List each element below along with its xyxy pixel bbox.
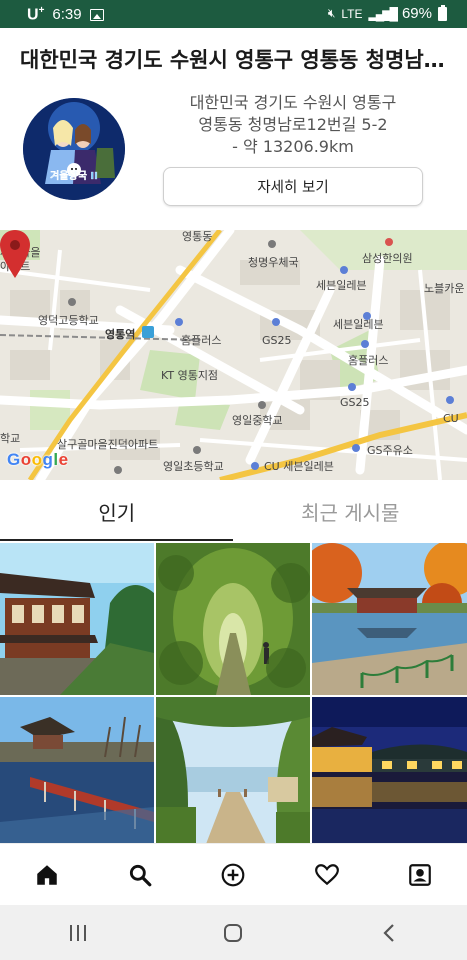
map-label: 영일초등학교 (163, 460, 224, 473)
map-label: 홈플러스 (348, 354, 389, 367)
image-notification-icon (89, 8, 104, 21)
map-label: CU (443, 412, 459, 425)
address-line-1: 대한민국 경기도 수원시 영통구 (189, 93, 397, 112)
night-palace-photo-icon (312, 697, 467, 844)
photo-item[interactable] (156, 697, 310, 844)
address-line-2: 영통동 청명남로12번길 5-2 (198, 115, 388, 134)
home-circle-icon (224, 923, 243, 942)
signal-icon: ▂▄▆█ (368, 6, 399, 21)
system-navigation (0, 905, 467, 960)
frozen-2-poster-avatar-icon: 겨울왕국 II (23, 98, 125, 200)
address-block: 대한민국 경기도 수원시 영통구 영통동 청명남로12번길 5-2 - 약 13… (163, 92, 423, 158)
map-label: GS주유소 (367, 444, 413, 457)
nav-search-button[interactable] (110, 850, 170, 900)
back-button[interactable] (349, 910, 429, 955)
gyeonghoeru-autumn-photo-icon (312, 543, 467, 695)
photo-item[interactable] (312, 697, 467, 844)
map-label: 살구골마을진덕아파트 (57, 438, 159, 451)
map-pin-icon[interactable] (0, 230, 30, 278)
add-icon (222, 863, 245, 886)
hanok-pavilion-photo-icon (0, 543, 154, 695)
lte-icon: LTE (341, 6, 363, 21)
page-title: 대한민국 경기도 수원시 영통구 영통동 청명남로12번길 5-2 (20, 48, 450, 72)
back-icon (383, 923, 394, 942)
map-label: 세븐일레븐 (333, 318, 384, 331)
bottom-navigation (0, 843, 467, 905)
map-label: 청명우체국 (248, 256, 299, 269)
map-label: 영덕고등학교 (38, 314, 99, 327)
nav-profile-button[interactable] (390, 850, 450, 900)
tab-popular[interactable]: 인기 (0, 481, 234, 541)
search-icon (130, 864, 152, 886)
battery-percent: 69% (401, 5, 432, 22)
map-label: KT 영통지점 (161, 369, 219, 382)
map-label: 영통동 (182, 230, 213, 243)
tab-recent[interactable]: 최근 게시물 (234, 481, 467, 541)
tree-tunnel-photo-icon (156, 543, 310, 695)
location-map[interactable]: 영통동 청명우체국 삼성한의원 세실마을 아파트 세븐일레븐 노블카운 영덕고등… (0, 230, 467, 480)
battery-icon (438, 4, 447, 21)
map-label: 홈플러스 (181, 334, 222, 347)
map-label: 삼성한의원 (362, 252, 413, 265)
google-logo: Google (7, 450, 69, 469)
content-tabs: 인기 최근 게시물 (0, 481, 467, 541)
carrier-label: U+ (27, 5, 45, 24)
map-label: CU 세븐일레븐 (264, 460, 334, 473)
map-label: 영일중학교 (232, 414, 283, 427)
photo-item[interactable] (0, 543, 154, 695)
distance-label: - 약 13206.9km (232, 137, 354, 156)
home-icon (36, 864, 57, 885)
map-label-station: 영통역 (105, 328, 136, 341)
nav-favorites-button[interactable] (297, 850, 357, 900)
avatar-poster-title: 겨울왕국 II (50, 169, 98, 182)
recent-apps-button[interactable] (38, 910, 118, 955)
beach-path-photo-icon (156, 697, 310, 844)
profile-icon (409, 863, 432, 886)
map-label: 학교 (0, 432, 21, 445)
details-button[interactable]: 자세히 보기 (163, 167, 423, 206)
photo-item[interactable] (156, 543, 310, 695)
status-bar: U+ 6:39 🔇︎ LTE ▂▄▆█ 69% (0, 0, 467, 28)
avatar[interactable]: 겨울왕국 II (23, 98, 125, 200)
mute-icon: 🔇︎ (327, 6, 336, 20)
clock: 6:39 (52, 6, 82, 24)
heart-icon (314, 863, 339, 885)
map-label: GS25 (262, 334, 292, 347)
photo-item[interactable] (0, 697, 154, 844)
map-label: GS25 (340, 396, 370, 409)
hyangwonjeong-bridge-photo-icon (0, 697, 154, 844)
nav-add-button[interactable] (203, 850, 263, 900)
photo-item[interactable] (312, 543, 467, 695)
map-label: 세븐일레븐 (316, 279, 367, 292)
map-label: 노블카운 (424, 282, 465, 295)
nav-home-button[interactable] (17, 850, 77, 900)
tab-indicator (0, 539, 233, 541)
recent-apps-icon (69, 924, 86, 941)
photo-grid (0, 543, 467, 844)
system-home-button[interactable] (193, 910, 273, 955)
